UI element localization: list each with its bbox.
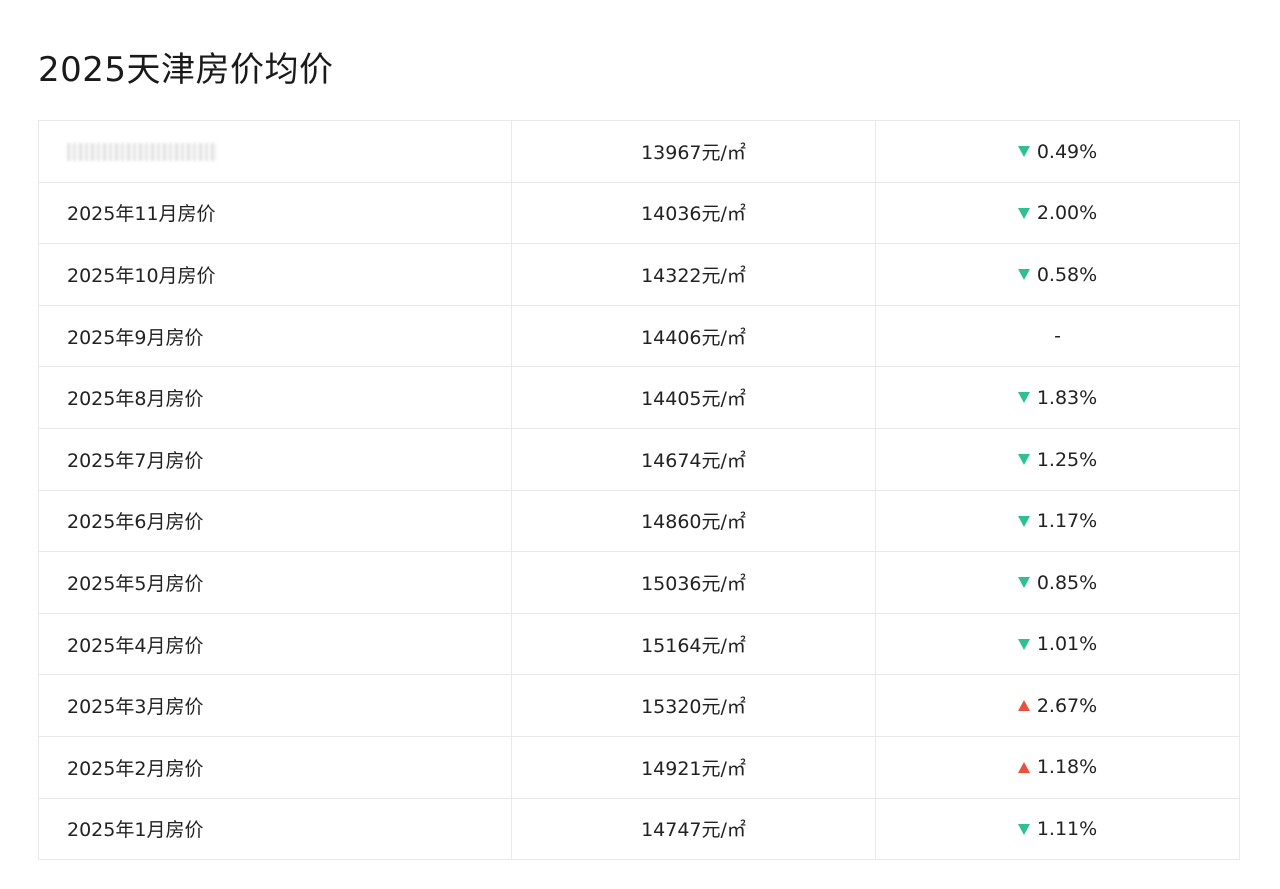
table-row: 2025年9月房价 14406元/㎡ - <box>38 304 1240 368</box>
blurred-month-label <box>67 142 217 161</box>
table-row: 2025年11月房价 14036元/㎡ 2.00% <box>38 181 1240 245</box>
change-indicator: 1.25% <box>1017 448 1098 471</box>
change-indicator: 1.83% <box>1017 386 1098 409</box>
change-indicator: 2.67% <box>1017 694 1098 717</box>
change-value: 1.18% <box>1036 756 1098 779</box>
month-label: 2025年1月房价 <box>67 819 204 842</box>
month-cell: 2025年9月房价 <box>38 304 512 368</box>
down-arrow-icon <box>1017 515 1030 527</box>
change-indicator: 0.49% <box>1017 140 1098 163</box>
table-row: 2025年7月房价 14674元/㎡ 1.25% <box>38 427 1240 491</box>
table-row: 2025年6月房价 14860元/㎡ 1.17% <box>38 489 1240 553</box>
change-value: 1.01% <box>1036 633 1098 656</box>
change-indicator: 0.58% <box>1017 263 1098 286</box>
price-cell: 15164元/㎡ <box>511 612 876 676</box>
change-indicator: 1.17% <box>1017 510 1098 533</box>
change-indicator: 1.01% <box>1017 633 1098 656</box>
down-arrow-icon <box>1017 577 1030 589</box>
page-title: 2025天津房价均价 <box>38 50 334 90</box>
price-cell: 14921元/㎡ <box>511 735 876 799</box>
change-value: 0.58% <box>1036 263 1098 286</box>
change-value: 1.17% <box>1036 510 1098 533</box>
up-arrow-icon <box>1017 700 1030 712</box>
down-arrow-icon <box>1017 823 1030 835</box>
down-arrow-icon <box>1017 392 1030 404</box>
table-row: 2025年2月房价 14921元/㎡ 1.18% <box>38 735 1240 799</box>
price-table-body: 13967元/㎡ 0.49% 2025年11月房价 14036元/㎡ 2.00% 2025… <box>38 120 1240 861</box>
change-cell: 0.49% <box>875 120 1240 183</box>
table-row: 2025年3月房价 15320元/㎡ 2.67% <box>38 674 1240 737</box>
change-value: 0.49% <box>1036 140 1098 163</box>
table-row: 2025年4月房价 15164元/㎡ 1.01% <box>38 612 1240 676</box>
change-value: 2.00% <box>1036 202 1098 225</box>
change-indicator: 2.00% <box>1017 202 1098 225</box>
month-label: 2025年11月房价 <box>67 203 216 226</box>
price-cell: 14406元/㎡ <box>511 304 876 368</box>
change-indicator: 1.11% <box>1017 818 1098 841</box>
table-row: 2025年10月房价 14322元/㎡ 0.58% <box>38 243 1240 306</box>
month-cell: 2025年7月房价 <box>38 427 512 491</box>
month-label: 2025年8月房价 <box>67 388 204 411</box>
table-row: 2025年1月房价 14747元/㎡ 1.11% <box>38 797 1240 861</box>
month-cell: 2025年1月房价 <box>38 797 512 861</box>
price-cell: 15320元/㎡ <box>511 674 876 737</box>
month-cell: 2025年6月房价 <box>38 489 512 553</box>
table-row: 2025年8月房价 14405元/㎡ 1.83% <box>38 366 1240 429</box>
change-value: 1.11% <box>1036 818 1098 841</box>
change-cell: 0.58% <box>875 243 1240 306</box>
change-cell: 2.67% <box>875 674 1240 737</box>
price-cell: 15036元/㎡ <box>511 551 876 614</box>
price-cell: 14747元/㎡ <box>511 797 876 861</box>
month-cell: 2025年2月房价 <box>38 735 512 799</box>
month-cell: 2025年3月房价 <box>38 674 512 737</box>
change-indicator: 0.85% <box>1017 571 1098 594</box>
month-cell: 2025年5月房价 <box>38 551 512 614</box>
price-cell: 14674元/㎡ <box>511 427 876 491</box>
change-cell: 1.25% <box>875 427 1240 491</box>
month-label: 2025年4月房价 <box>67 634 204 657</box>
down-arrow-icon <box>1017 269 1030 281</box>
change-cell: 1.11% <box>875 797 1240 861</box>
change-value: 1.83% <box>1036 386 1098 409</box>
change-cell: 1.17% <box>875 489 1240 553</box>
month-cell: 2025年11月房价 <box>38 181 512 245</box>
table-row: 2025年5月房价 15036元/㎡ 0.85% <box>38 551 1240 614</box>
change-cell: 1.83% <box>875 366 1240 429</box>
table-row: 13967元/㎡ 0.49% <box>38 120 1240 183</box>
month-cell: 2025年10月房价 <box>38 243 512 306</box>
down-arrow-icon <box>1017 638 1030 650</box>
month-label: 2025年6月房价 <box>67 511 204 534</box>
change-cell: - <box>875 304 1240 368</box>
down-arrow-icon <box>1017 454 1030 466</box>
month-label: 2025年3月房价 <box>67 696 204 719</box>
change-value: 0.85% <box>1036 571 1098 594</box>
month-label: 2025年5月房价 <box>67 572 204 595</box>
month-cell: 2025年8月房价 <box>38 366 512 429</box>
month-label: 2025年9月房价 <box>67 326 204 349</box>
month-label: 2025年7月房价 <box>67 449 204 472</box>
down-arrow-icon <box>1017 146 1030 158</box>
month-label: 2025年10月房价 <box>67 264 216 287</box>
change-indicator: - <box>1054 325 1061 347</box>
change-cell: 0.85% <box>875 551 1240 614</box>
price-cell: 14405元/㎡ <box>511 366 876 429</box>
change-value: 2.67% <box>1036 694 1098 717</box>
change-cell: 1.18% <box>875 735 1240 799</box>
change-cell: 1.01% <box>875 612 1240 676</box>
change-cell: 2.00% <box>875 181 1240 245</box>
price-cell: 13967元/㎡ <box>511 120 876 183</box>
change-value: - <box>1054 325 1061 348</box>
month-cell <box>38 120 512 183</box>
change-value: 1.25% <box>1036 448 1098 471</box>
price-table: 13967元/㎡ 0.49% 2025年11月房价 14036元/㎡ 2.00% 2025… <box>38 120 1240 861</box>
month-cell: 2025年4月房价 <box>38 612 512 676</box>
up-arrow-icon <box>1017 761 1030 773</box>
month-label: 2025年2月房价 <box>67 757 204 780</box>
price-cell: 14860元/㎡ <box>511 489 876 553</box>
price-cell: 14322元/㎡ <box>511 243 876 306</box>
change-indicator: 1.18% <box>1017 756 1098 779</box>
down-arrow-icon <box>1017 207 1030 219</box>
price-cell: 14036元/㎡ <box>511 181 876 245</box>
